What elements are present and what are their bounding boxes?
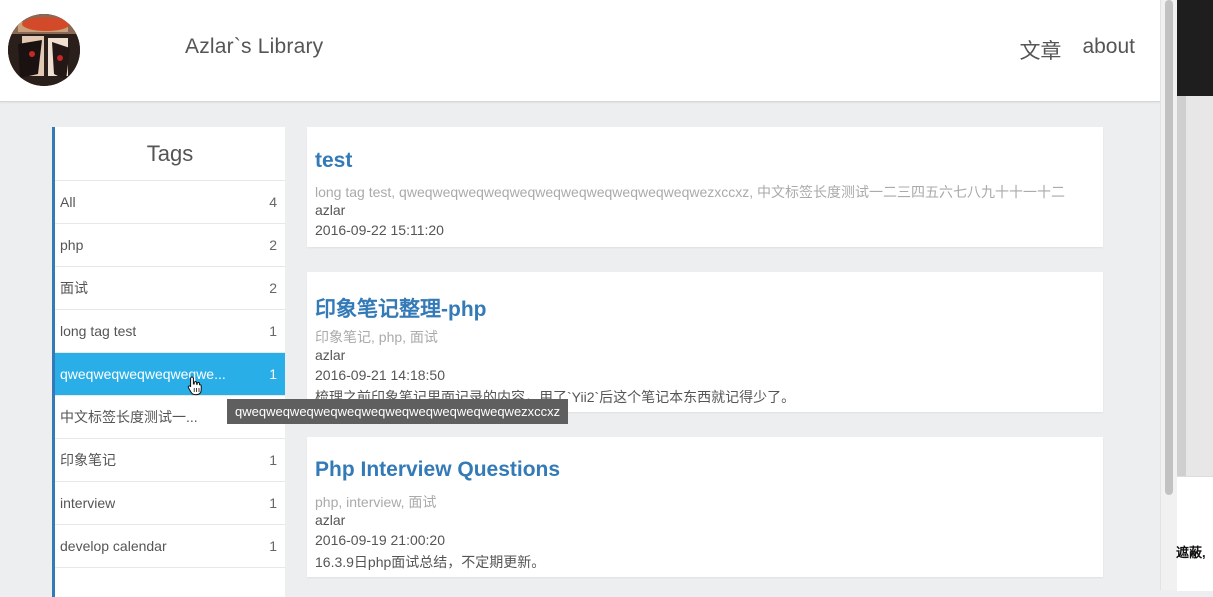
tag-item-interview[interactable]: interview 1 — [55, 482, 285, 525]
tag-count: 2 — [269, 280, 277, 296]
site-header: Azlar`s Library 文章 about — [0, 0, 1160, 102]
tag-item-long-tag-test[interactable]: long tag test 1 — [55, 310, 285, 353]
site-brand[interactable]: Azlar`s Library — [185, 35, 323, 59]
post-title-link[interactable]: test — [315, 149, 352, 173]
post-summary: 16.3.9日php面试总结，不定期更新。 — [315, 554, 546, 570]
tag-count: 1 — [269, 452, 277, 468]
tag-label: develop calendar — [60, 538, 167, 554]
tag-item-all[interactable]: All 4 — [55, 181, 285, 224]
hand-cursor-icon — [187, 376, 202, 396]
post-card: 印象笔记整理-php 印象笔记, php, 面试 azlar 2016-09-2… — [307, 272, 1103, 412]
post-tags: php, interview, 面试 — [315, 494, 437, 510]
post-date: 2016-09-19 21:00:20 — [315, 532, 445, 548]
post-title-link[interactable]: 印象笔记整理-php — [315, 293, 486, 323]
tag-label: long tag test — [60, 323, 137, 339]
tag-count: 1 — [269, 495, 277, 511]
scrollbar-thumb[interactable] — [1165, 0, 1173, 495]
tag-item-php[interactable]: php 2 — [55, 224, 285, 267]
tag-label: interview — [60, 495, 116, 511]
tag-label: php — [60, 237, 84, 253]
adjacent-window-white — [1177, 476, 1213, 591]
avatar[interactable] — [8, 14, 80, 86]
post-tags: 印象笔记, php, 面试 — [315, 329, 438, 345]
tag-count: 1 — [269, 538, 277, 554]
post-author: azlar — [315, 512, 346, 528]
tag-label: 印象笔记 — [60, 452, 116, 468]
post-author: azlar — [315, 347, 346, 363]
avatar-image — [8, 14, 80, 86]
adjacent-window-dark — [1177, 0, 1213, 96]
tag-item-develop-calendar[interactable]: develop calendar 1 — [55, 525, 285, 568]
tag-label: All — [60, 194, 76, 210]
tags-sidebar: Tags All 4 php 2 面试 2 long tag test 1 qw… — [52, 127, 285, 597]
tag-label: 面试 — [60, 280, 88, 296]
post-title-link[interactable]: Php Interview Questions — [315, 458, 560, 482]
nav-articles-link[interactable]: 文章 — [1019, 35, 1061, 65]
adjacent-window-panel — [1186, 96, 1213, 476]
tag-item-interview-cn[interactable]: 面试 2 — [55, 267, 285, 310]
tags-title: Tags — [55, 127, 285, 181]
nav-about-link[interactable]: about — [1082, 35, 1135, 65]
main-nav: 文章 about — [1019, 35, 1135, 65]
tag-count: 1 — [269, 366, 277, 382]
tag-count: 1 — [269, 323, 277, 339]
post-date: 2016-09-22 15:11:20 — [315, 222, 444, 238]
post-card: test long tag test, qweqweqweqweqweqweqw… — [307, 127, 1103, 247]
tag-item-qwe[interactable]: qweqweqweqweqweqwe... 1 — [55, 353, 285, 396]
tag-label: 中文标签长度测试一... — [60, 409, 198, 425]
post-tags: long tag test, qweqweqweqweqweqweqweqweq… — [315, 184, 1066, 200]
adjacent-window-text: 遮蔽, — [1176, 545, 1206, 560]
tag-count: 2 — [269, 237, 277, 253]
post-card: Php Interview Questions php, interview, … — [307, 437, 1103, 577]
post-author: azlar — [315, 202, 346, 218]
tag-tooltip: qweqweqweqweqweqweqweqweqweqweqweqwezxcc… — [227, 399, 569, 424]
tag-item-evernote[interactable]: 印象笔记 1 — [55, 439, 285, 482]
tag-count: 4 — [269, 194, 277, 210]
post-date: 2016-09-21 14:18:50 — [315, 367, 445, 383]
